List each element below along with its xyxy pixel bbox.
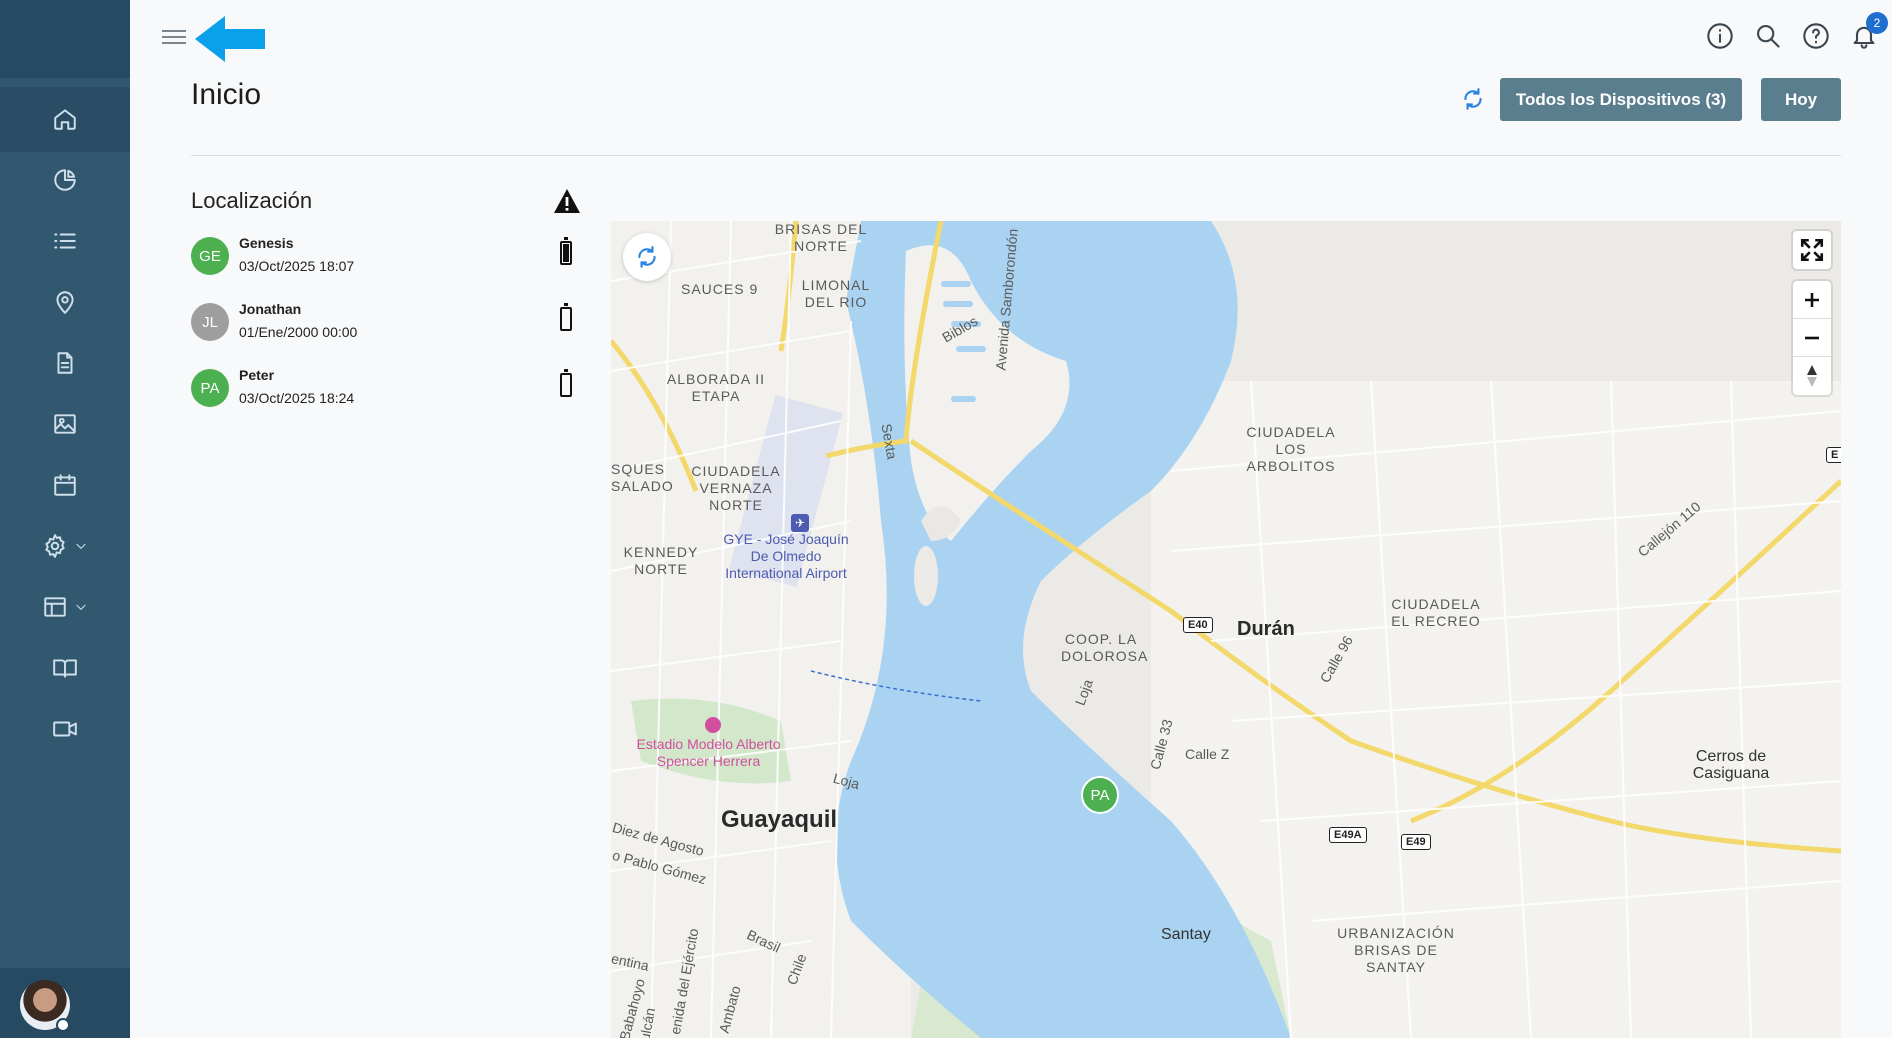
map-label: COOP. LA DOLOROSA <box>1061 631 1149 664</box>
zoom-controls <box>1793 281 1831 395</box>
refresh-icon[interactable] <box>1460 86 1486 112</box>
user-area <box>0 968 130 1038</box>
device-date: 01/Ene/2000 00:00 <box>239 324 358 340</box>
help-icon <box>1803 23 1829 49</box>
notifications-button[interactable]: 2 <box>1850 12 1888 50</box>
device-name: Jonathan <box>239 301 302 317</box>
gear-icon <box>45 534 65 558</box>
fullscreen-icon <box>1800 238 1824 262</box>
device-avatar: GE <box>191 237 229 275</box>
map-label: ALBORADA II ETAPA <box>666 371 766 404</box>
sidebar-item-calendar[interactable] <box>0 455 130 515</box>
calendar-icon <box>54 474 76 496</box>
map-label: URBANIZACIÓN BRISAS DE SANTAY <box>1337 925 1455 975</box>
status-dot <box>56 1018 70 1032</box>
map[interactable]: BRISAS DEL NORTE SAUCES 9 LIMONAL DEL RI… <box>611 221 1841 1038</box>
battery-full-icon <box>560 237 572 265</box>
chevron-down-icon <box>76 604 86 610</box>
divider <box>191 155 1841 156</box>
device-item[interactable]: GE Genesis 03/Oct/2025 18:07 <box>191 234 581 278</box>
book-icon <box>53 659 77 678</box>
warning-icon[interactable] <box>553 188 581 214</box>
map-label: GYE - José Joaquín De Olmedo Internation… <box>723 531 849 581</box>
sidebar <box>0 0 130 1038</box>
hamburger-menu-icon[interactable] <box>162 26 186 50</box>
refresh-icon <box>638 246 656 268</box>
road-shield: E40 <box>1183 617 1213 633</box>
device-avatar: JL <box>191 303 229 341</box>
map-label: CIUDADELA EL RECREO <box>1391 596 1481 629</box>
map-label: Estadio Modelo Alberto Spencer Herrera <box>636 736 781 769</box>
compass-icon <box>1807 365 1817 387</box>
search-icon <box>1757 25 1780 48</box>
fullscreen-button[interactable] <box>1793 231 1831 269</box>
map-refresh-button[interactable] <box>623 233 671 281</box>
sidebar-item-manual[interactable] <box>0 638 130 698</box>
info-icon <box>1707 23 1733 49</box>
document-icon <box>57 352 73 374</box>
map-label: Santay <box>1161 926 1211 943</box>
sidebar-logo-area <box>0 0 130 78</box>
topbar: 2 <box>130 0 1892 78</box>
pie-chart-icon <box>54 169 76 191</box>
device-item[interactable]: PA Peter 03/Oct/2025 18:24 <box>191 366 581 410</box>
location-title: Localización <box>191 188 313 213</box>
device-item[interactable]: JL Jonathan 01/Ene/2000 00:00 <box>191 300 581 344</box>
home-icon <box>54 109 76 130</box>
map-label: SAUCES 9 <box>681 281 759 297</box>
map-label: Durán <box>1237 618 1295 640</box>
road-shield: E49 <box>1401 834 1431 850</box>
plus-icon <box>1805 292 1819 307</box>
device-date: 03/Oct/2025 18:07 <box>239 258 355 274</box>
list-icon <box>54 233 76 249</box>
device-name: Peter <box>239 367 275 383</box>
video-icon <box>53 721 77 737</box>
battery-empty-icon <box>560 303 572 331</box>
device-avatar: PA <box>191 369 229 407</box>
page-title: Inicio <box>191 78 262 111</box>
map-base <box>611 221 1841 1038</box>
chevron-down-icon <box>76 543 86 549</box>
map-label: BRISAS DEL NORTE <box>774 221 868 254</box>
map-label: Guayaquil <box>721 806 838 833</box>
zoom-in-button[interactable] <box>1793 281 1831 319</box>
sidebar-item-tables[interactable] <box>0 577 130 637</box>
stadium-icon <box>705 717 721 733</box>
sidebar-item-documents[interactable] <box>0 333 130 393</box>
device-date: 03/Oct/2025 18:24 <box>239 390 355 406</box>
compass-button[interactable] <box>1793 357 1831 395</box>
map-label: SQUES SALADO <box>611 461 674 494</box>
road-shield: E <box>1826 447 1841 463</box>
minus-icon <box>1805 336 1819 339</box>
sidebar-item-settings[interactable] <box>0 516 130 576</box>
all-devices-button[interactable]: Todos los Dispositivos (3) <box>1500 78 1742 121</box>
arrow-left-icon <box>195 16 265 62</box>
help-button[interactable] <box>1802 22 1830 50</box>
airport-icon: ✈ <box>791 514 809 532</box>
image-icon <box>54 414 76 434</box>
table-icon <box>44 597 66 617</box>
map-label: CIUDADELA LOS ARBOLITOS <box>1246 424 1336 474</box>
sidebar-item-home[interactable] <box>0 89 130 149</box>
map-label: Calle Z <box>1185 746 1230 762</box>
map-label: CIUDADELA VERNAZA NORTE <box>691 463 781 513</box>
search-button[interactable] <box>1754 22 1782 50</box>
sidebar-item-video[interactable] <box>0 699 130 759</box>
sidebar-item-images[interactable] <box>0 394 130 454</box>
road-shield: E49A <box>1329 827 1367 843</box>
device-name: Genesis <box>239 235 294 251</box>
location-pin-icon <box>56 291 74 314</box>
zoom-out-button[interactable] <box>1793 319 1831 357</box>
notification-badge: 2 <box>1866 12 1888 34</box>
sidebar-item-reports[interactable] <box>0 150 130 210</box>
info-button[interactable] <box>1706 22 1734 50</box>
sidebar-item-list[interactable] <box>0 211 130 271</box>
today-button[interactable]: Hoy <box>1761 78 1841 121</box>
battery-empty-icon <box>560 369 572 397</box>
device-marker[interactable]: PA <box>1081 776 1119 814</box>
map-label: KENNEDY NORTE <box>623 544 699 577</box>
map-label: Cerros de Casiguana <box>1692 748 1770 782</box>
map-label: LIMONAL DEL RIO <box>801 277 871 310</box>
sidebar-item-location[interactable] <box>0 272 130 332</box>
